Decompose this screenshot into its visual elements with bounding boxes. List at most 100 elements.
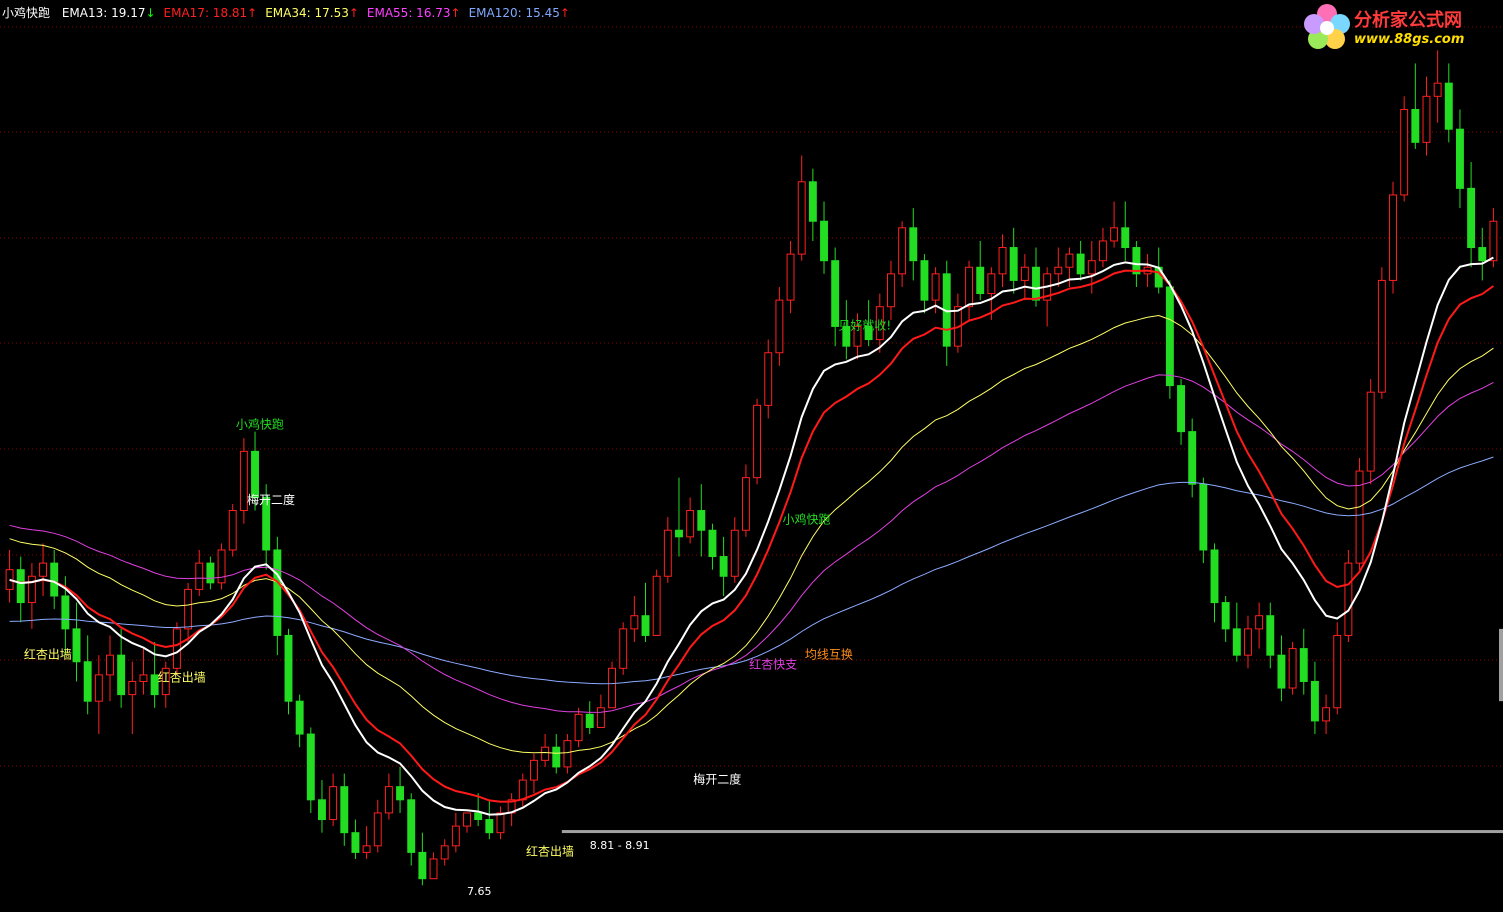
candle-body xyxy=(1444,82,1453,130)
legend-label: EMA17: 18.81 xyxy=(163,6,248,20)
candle-body xyxy=(1076,253,1085,275)
indicator-legend: 小鸡快跑 EMA13: 19.17↓ EMA17: 18.81↑ EMA34: 17… xyxy=(2,4,586,21)
candle-body xyxy=(820,220,828,262)
candle-body xyxy=(128,680,137,696)
legend-arrow: ↑ xyxy=(348,6,359,20)
candle-body xyxy=(663,529,672,577)
candle-body xyxy=(1221,602,1230,630)
candle-body xyxy=(72,628,81,663)
candle-body xyxy=(574,713,583,742)
candle-body xyxy=(50,562,59,597)
signal-label: 小鸡快跑 xyxy=(783,512,831,527)
price-range-label: 8.81 - 8.91 xyxy=(590,839,650,852)
candle-body xyxy=(518,779,527,801)
candle-body xyxy=(251,450,259,498)
candle-body xyxy=(429,858,438,880)
candle-body xyxy=(284,634,293,702)
candle-body xyxy=(1411,108,1420,143)
candle-body xyxy=(1065,253,1074,268)
candle-body xyxy=(965,266,974,308)
candle-body xyxy=(708,529,717,558)
candle-body xyxy=(998,247,1007,275)
candle-body xyxy=(976,266,985,295)
candle-body xyxy=(1210,549,1219,604)
candle-body xyxy=(1132,247,1141,275)
candle-body xyxy=(1110,227,1119,242)
signal-label: 均线互换 xyxy=(805,647,853,661)
candle-body xyxy=(541,746,550,761)
site-logo: 分析家公式网 www.88gs.com xyxy=(1302,2,1502,54)
legend-label: EMA13: 19.17 xyxy=(61,6,146,20)
candle-body xyxy=(83,661,92,702)
price-zone xyxy=(1499,628,1503,702)
candle-body xyxy=(418,851,427,880)
price-zone xyxy=(561,830,1503,834)
candle-body xyxy=(675,529,683,538)
signal-label: 红杏快支 xyxy=(749,656,797,671)
candle-body xyxy=(1310,680,1319,722)
candle-body xyxy=(697,510,706,531)
candle-body xyxy=(1054,266,1063,275)
signal-label: 小鸡快跑 xyxy=(236,416,284,431)
candle-body xyxy=(987,273,996,295)
candle-body xyxy=(831,260,840,327)
candle-body xyxy=(1422,95,1431,143)
candle-body xyxy=(887,273,895,308)
candle-body xyxy=(1389,194,1397,281)
legend-label: EMA55: 16.73 xyxy=(366,6,451,20)
candle-body xyxy=(16,569,25,604)
candle-body xyxy=(1344,562,1353,636)
candle-body xyxy=(1009,247,1018,281)
legend-label: EMA34: 17.53 xyxy=(265,6,349,20)
candle-body xyxy=(596,707,605,728)
candle-body xyxy=(1377,279,1386,393)
candle-body xyxy=(775,299,784,354)
candle-body xyxy=(351,832,360,853)
candle-body xyxy=(61,595,70,630)
legend-arrow: ↓ xyxy=(145,6,156,20)
candle-body xyxy=(496,812,505,834)
candle-body xyxy=(585,713,594,728)
candle-body xyxy=(440,845,449,860)
candle-body xyxy=(1232,628,1241,656)
candlesticks xyxy=(5,50,1498,886)
candle-body xyxy=(808,181,817,222)
legend-item: EMA120: 15.45↑ xyxy=(469,6,570,20)
signal-label: 梅开二度 xyxy=(247,492,295,507)
candle-body xyxy=(1333,634,1342,709)
candle-body xyxy=(1087,260,1096,275)
candle-body xyxy=(1020,266,1029,281)
candle-body xyxy=(898,227,907,275)
candle-body xyxy=(195,562,204,590)
flower-icon xyxy=(1304,4,1350,49)
price-chart: 红杏出墙红杏出墙小鸡快跑梅开二度红杏出墙梅开二度红杏快支均线互换小鸡快跑见好就收… xyxy=(0,26,1503,898)
candle-body xyxy=(1467,187,1476,249)
candle-body xyxy=(1121,227,1130,249)
signal-label: 梅开二度 xyxy=(693,771,741,786)
candle-body xyxy=(206,562,215,584)
legend-item: EMA13: 19.17↓ xyxy=(62,6,156,20)
candle-body xyxy=(1478,247,1487,262)
candle-body xyxy=(641,615,650,636)
candle-body xyxy=(184,588,193,630)
candle-body xyxy=(318,799,326,821)
legend-arrow: ↑ xyxy=(559,6,570,20)
candle-body xyxy=(909,227,918,262)
candle-body xyxy=(485,819,494,834)
legend-arrow: ↑ xyxy=(247,6,258,20)
candle-body xyxy=(1255,615,1264,630)
candle-body xyxy=(1489,220,1498,262)
candle-body xyxy=(920,260,929,301)
candle-body xyxy=(306,733,315,801)
signal-label: 红杏出墙 xyxy=(24,646,72,661)
candle-body xyxy=(741,477,750,531)
candle-body xyxy=(474,812,483,821)
candle-body xyxy=(1165,286,1174,387)
candle-body xyxy=(652,575,661,636)
candle-body xyxy=(608,667,616,709)
candle-body xyxy=(463,812,471,827)
candle-body xyxy=(1433,82,1442,97)
indicator-name: 小鸡快跑 xyxy=(2,6,51,20)
candle-body xyxy=(529,759,538,781)
candle-body xyxy=(1244,628,1252,656)
